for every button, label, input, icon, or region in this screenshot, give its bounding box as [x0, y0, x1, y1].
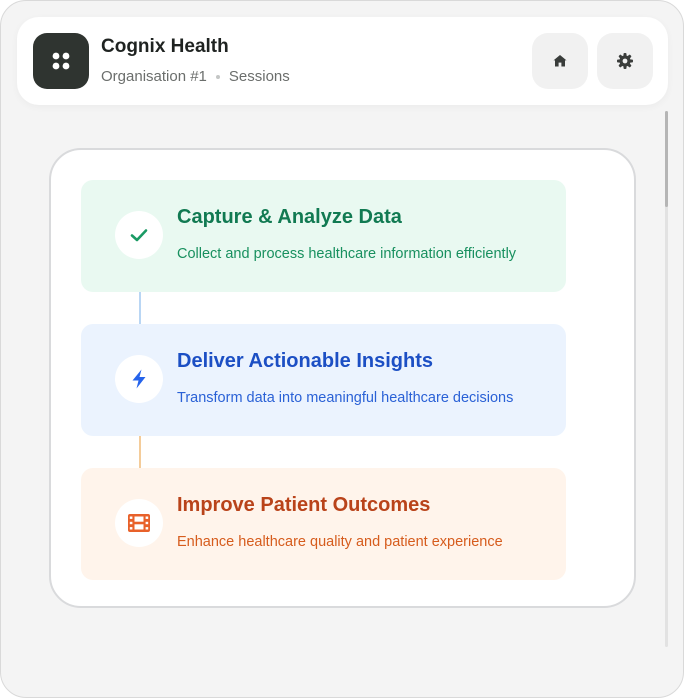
- settings-button[interactable]: [597, 33, 653, 89]
- home-icon: [553, 55, 567, 67]
- grid-dots-icon: [52, 52, 70, 70]
- scrollbar-thumb[interactable]: [665, 111, 668, 207]
- breadcrumb-organisation[interactable]: Organisation #1: [101, 68, 207, 85]
- step-title: Deliver Actionable Insights: [177, 350, 433, 372]
- breadcrumb-separator: [215, 74, 220, 79]
- scrollbar[interactable]: [665, 111, 668, 647]
- app-logo[interactable]: [33, 33, 89, 89]
- step-description: Transform data into meaningful healthcar…: [177, 390, 514, 406]
- step-title: Improve Patient Outcomes: [177, 494, 431, 516]
- film-icon: [128, 514, 150, 532]
- lightning-icon: [132, 369, 146, 389]
- checkmark-icon: [130, 229, 148, 242]
- step-improve-outcomes: Improve Patient Outcomes Enhance healthc…: [81, 468, 566, 580]
- step-description: Enhance healthcare quality and patient e…: [177, 534, 503, 550]
- breadcrumb-sessions[interactable]: Sessions: [229, 68, 290, 85]
- app-window: Cognix Health Organisation #1 Sessions C…: [0, 0, 684, 698]
- gear-icon: [617, 53, 633, 69]
- step-title: Capture & Analyze Data: [177, 206, 402, 228]
- app-title: Cognix Health: [101, 36, 229, 57]
- step-icon-badge: [115, 499, 163, 547]
- breadcrumb: Organisation #1 Sessions: [101, 68, 290, 85]
- step-description: Collect and process healthcare informati…: [177, 246, 517, 262]
- step-icon-badge: [115, 355, 163, 403]
- step-icon-badge: [115, 211, 163, 259]
- step-capture-analyze: Capture & Analyze Data Collect and proce…: [81, 180, 566, 292]
- step-deliver-insights: Deliver Actionable Insights Transform da…: [81, 324, 566, 436]
- workflow-card: Capture & Analyze Data Collect and proce…: [49, 148, 636, 608]
- home-button[interactable]: [532, 33, 588, 89]
- header-bar: Cognix Health Organisation #1 Sessions: [17, 17, 668, 105]
